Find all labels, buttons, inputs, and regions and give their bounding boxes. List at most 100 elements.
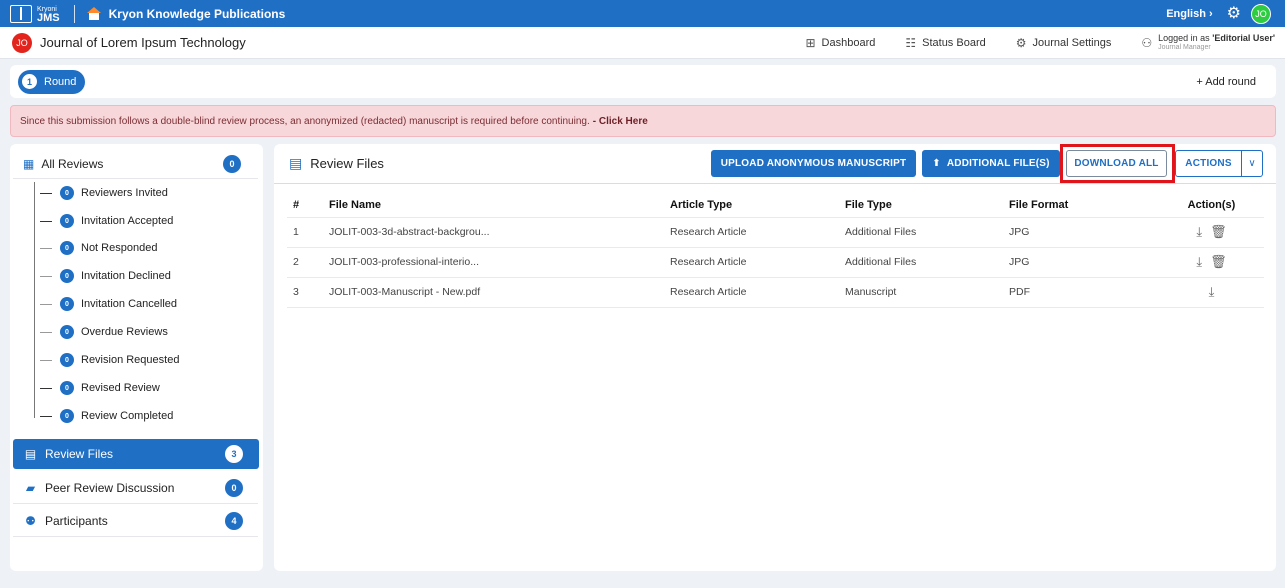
sub-item-label: Overdue Reviews — [81, 326, 168, 338]
alert-link[interactable]: - Click Here — [593, 116, 648, 127]
sidebar-sub-invitation-accepted[interactable]: 0 Invitation Accepted — [40, 212, 173, 230]
divider — [13, 503, 258, 504]
file-name[interactable]: JOLIT-003-Manuscript - New.pdf — [317, 276, 670, 308]
sidebar-sub-review-completed[interactable]: 0 Review Completed — [40, 407, 173, 425]
nav-dashboard-label: Dashboard — [821, 36, 876, 49]
sidebar: ▦ All Reviews 0 0 Reviewers Invited 0 Invi… — [10, 144, 263, 571]
round-bar: 1 Round + Add round — [10, 65, 1276, 98]
count-badge: 0 — [60, 353, 74, 367]
nav-status-board[interactable]: ☷ Status Board — [905, 36, 985, 50]
alert-text: Since this submission follows a double-b… — [20, 115, 590, 127]
sidebar-sub-overdue-reviews[interactable]: 0 Overdue Reviews — [40, 323, 168, 341]
column-header: File Name — [329, 198, 381, 211]
actions-button[interactable]: ACTIONS — [1175, 150, 1242, 177]
gear-icon[interactable]: ⚙ — [1227, 5, 1241, 22]
divider — [13, 178, 258, 179]
home-icon[interactable] — [86, 7, 101, 20]
sidebar-sub-revision-requested[interactable]: 0 Revision Requested — [40, 351, 179, 369]
upload-icon: ⬆ — [932, 158, 941, 169]
table-header-row: # File Name Article Type File Type File … — [287, 193, 1264, 217]
count-badge: 0 — [60, 381, 74, 395]
sidebar-item-review-files[interactable]: ▤ Review Files 3 — [13, 439, 259, 469]
file-type: Manuscript — [845, 276, 1009, 308]
nav-dashboard[interactable]: ⊞ Dashboard — [805, 36, 875, 50]
sidebar-sub-reviewers-invited[interactable]: 0 Reviewers Invited — [40, 184, 168, 202]
download-icon[interactable]: ⤓ — [1196, 254, 1202, 270]
brand-logo[interactable]: Kryoni JMS — [0, 0, 60, 27]
round-tab[interactable]: 1 Round — [18, 69, 86, 94]
row-actions: ⤓ 🗑 — [1159, 246, 1264, 277]
reviews-icon: ▦ — [23, 157, 35, 171]
nav-status-board-label: Status Board — [922, 36, 986, 49]
panel-title: Review Files — [310, 156, 384, 171]
actions-dropdown[interactable]: ACTIONS ∨ — [1175, 150, 1263, 177]
trash-icon[interactable]: 🗑 — [1210, 254, 1227, 270]
divider — [13, 536, 258, 537]
table-row: 2 JOLIT-003-professional-interio... Rese… — [287, 246, 1264, 277]
column-header: # — [293, 198, 300, 211]
journal-title: Journal of Lorem Ipsum Technology — [40, 35, 246, 50]
participants-label: Participants — [45, 514, 108, 528]
peer-discussion-count: 0 — [225, 479, 243, 497]
nav-journal-settings-label: Journal Settings — [1032, 36, 1112, 49]
column-header: File Format — [1009, 198, 1069, 211]
column-header: File Type — [845, 198, 892, 211]
file-name[interactable]: JOLIT-003-3d-abstract-backgrou... — [317, 216, 670, 247]
round-label: Round — [44, 75, 77, 88]
table-row: 1 JOLIT-003-3d-abstract-backgrou... Rese… — [287, 216, 1264, 247]
sidebar-sub-not-responded[interactable]: 0 Not Responded — [40, 239, 157, 257]
table-row: 3 JOLIT-003-Manuscript - New.pdf Researc… — [287, 276, 1264, 308]
settings-icon: ⚙ — [1015, 35, 1027, 50]
sub-item-label: Not Responded — [81, 242, 158, 254]
sub-item-label: Review Completed — [81, 410, 174, 422]
count-badge: 0 — [60, 409, 74, 423]
row-number: 3 — [287, 276, 317, 308]
sidebar-item-participants[interactable]: ⚉ Participants 4 — [13, 506, 259, 536]
highlight-box — [1060, 144, 1175, 183]
chevron-down-icon[interactable]: ∨ — [1242, 150, 1263, 177]
brand-name: JMS — [37, 11, 60, 24]
sidebar-sub-revised-review[interactable]: 0 Revised Review — [40, 379, 160, 397]
trash-icon[interactable]: 🗑 — [1210, 224, 1227, 240]
peer-discussion-label: Peer Review Discussion — [45, 481, 175, 495]
tree-line — [34, 182, 35, 418]
sidebar-sub-invitation-cancelled[interactable]: 0 Invitation Cancelled — [40, 295, 177, 313]
column-header: Article Type — [670, 198, 733, 211]
round-number: 1 — [22, 74, 37, 89]
book-logo-icon — [10, 4, 32, 23]
sidebar-sub-invitation-declined[interactable]: 0 Invitation Declined — [40, 267, 171, 285]
journal-badge: JO — [12, 32, 32, 53]
file-icon: ▤ — [24, 447, 37, 461]
grid-icon: ⊞ — [805, 35, 816, 50]
language-selector[interactable]: English › — [1166, 8, 1212, 20]
file-type: Additional Files — [845, 216, 1009, 247]
review-files-panel: ▤ Review Files UPLOAD ANONYMOUS MANUSCRI… — [274, 144, 1276, 571]
row-number: 1 — [287, 216, 317, 247]
count-badge: 0 — [60, 241, 74, 255]
download-icon[interactable]: ⤓ — [1196, 224, 1202, 240]
top-bar: Kryoni JMS Kryon Knowledge Publications … — [0, 0, 1285, 27]
add-round-button[interactable]: + Add round — [1196, 76, 1256, 88]
sub-item-label: Revised Review — [81, 382, 160, 394]
count-badge: 0 — [60, 186, 74, 200]
journal-bar: JO Journal of Lorem Ipsum Technology ⊞ D… — [0, 27, 1285, 59]
column-header: Action(s) — [1187, 198, 1236, 211]
sidebar-item-peer-review-discussion[interactable]: ▰ Peer Review Discussion 0 — [13, 473, 259, 503]
file-name[interactable]: JOLIT-003-professional-interio... — [317, 246, 670, 277]
nav-journal-settings[interactable]: ⚙ Journal Settings — [1016, 36, 1112, 50]
sidebar-item-all-reviews[interactable]: ▦ All Reviews 0 — [10, 150, 263, 178]
article-type: Research Article — [670, 276, 845, 308]
count-badge: 0 — [60, 297, 74, 311]
site-title[interactable]: Kryon Knowledge Publications — [109, 7, 286, 21]
article-type: Research Article — [670, 246, 845, 277]
people-icon: ⚉ — [25, 514, 36, 528]
additional-files-button[interactable]: ⬆ ADDITIONAL FILE(S) — [922, 150, 1060, 177]
user-avatar[interactable]: JO — [1251, 3, 1271, 24]
download-icon[interactable]: ⤓ — [1209, 284, 1215, 300]
row-actions: ⤓ — [1159, 276, 1264, 308]
upload-anonymous-manuscript-button[interactable]: UPLOAD ANONYMOUS MANUSCRIPT — [711, 150, 916, 177]
count-badge: 0 — [60, 269, 74, 283]
logged-in-user[interactable]: ⚇ Logged in as 'Editorial User' Journal … — [1141, 33, 1275, 53]
sub-item-label: Revision Requested — [81, 354, 180, 366]
brand-divider — [73, 4, 75, 23]
